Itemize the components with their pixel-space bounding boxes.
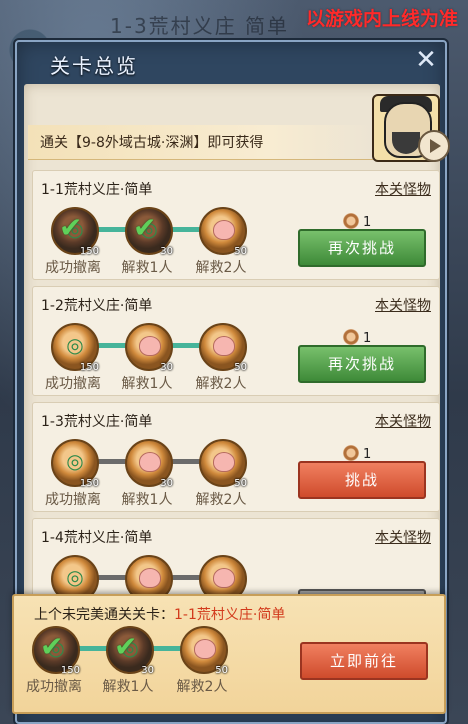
medal-label: 解救2人 — [176, 679, 228, 695]
medal-count: 50 — [234, 246, 247, 257]
crossed-swords-close-icon[interactable]: ✕ — [412, 46, 440, 74]
panel-title: 关卡总览 — [50, 54, 138, 78]
medal-label: 成功撤离 — [45, 260, 101, 276]
stage-title: 1-3荒村义庄·简单 — [41, 414, 153, 430]
medal-count: 150 — [60, 665, 80, 676]
reward-count: 1 — [343, 445, 371, 462]
stage-card: 1-2荒村义庄·简单 本关怪物 ◎ 150 成功撤离 30 解救1人 50 解救2人 1 再次挑战 — [32, 286, 440, 396]
peach-icon — [213, 336, 235, 356]
medal-count: 50 — [215, 665, 228, 676]
jade-icon: ◎ — [66, 565, 84, 589]
coin-icon — [343, 329, 359, 345]
reward-count-value: 1 — [363, 215, 372, 230]
peach-medal-icon[interactable]: 50 — [199, 323, 247, 373]
escape-medal-icon[interactable]: ◎ 150 — [51, 323, 99, 373]
reward-banner: 通关【9-8外域古城·深渊】即可获得 — [28, 125, 373, 160]
escape-medal-icon[interactable]: ◎ ✔ 150 — [32, 626, 80, 676]
coin-icon — [343, 445, 359, 461]
background-stage-text: 1-3荒村义庄 简单 — [110, 14, 290, 38]
stage-card: 1-3荒村义庄·简单 本关怪物 ◎ 150 成功撤离 30 解救1人 50 解救2人 1 挑战 — [32, 402, 440, 512]
peach-medal-icon[interactable]: 50 — [180, 626, 228, 676]
check-icon: ✔ — [114, 630, 138, 663]
medal-label: 解救1人 — [121, 376, 173, 392]
rescue-medal-icon[interactable]: ◎ ✔ 30 — [106, 626, 154, 676]
jade-icon: ◎ — [66, 449, 84, 473]
stage-title: 1-1荒村义庄·简单 — [41, 182, 153, 198]
check-icon: ✔ — [40, 630, 64, 663]
medal-label: 解救1人 — [121, 492, 173, 508]
last-incomplete-stage-bar: 上个未完美通关关卡：1-1荒村义庄·简单 ◎ ✔ 150 成功撤离 ◎ ✔ 30 解救1人 50… — [12, 594, 446, 714]
reward-count-value: 1 — [363, 331, 372, 346]
medal-count: 30 — [160, 246, 173, 257]
peach-medal-icon[interactable]: 50 — [199, 439, 247, 489]
last-incomplete-stage[interactable]: 1-1荒村义庄·简单 — [174, 607, 285, 623]
peach-medal-icon[interactable]: 30 — [125, 439, 173, 489]
peach-icon — [194, 639, 216, 659]
medal-count: 30 — [141, 665, 154, 676]
peach-icon — [213, 452, 235, 472]
stage-monsters-link[interactable]: 本关怪物 — [375, 411, 431, 431]
reward-banner-text: 通关【9-8外域古城·深渊】即可获得 — [40, 135, 264, 151]
medal-label: 成功撤离 — [45, 492, 101, 508]
stage-monsters-link[interactable]: 本关怪物 — [375, 295, 431, 315]
medal-label: 解救2人 — [195, 492, 247, 508]
reward-count: 1 — [343, 213, 371, 230]
escape-medal-icon[interactable]: ◎ ✔ 150 — [51, 207, 99, 257]
medal-count: 50 — [234, 362, 247, 373]
peach-icon — [139, 568, 161, 588]
jade-icon: ◎ — [66, 333, 84, 357]
rescue-medal-icon[interactable]: ◎ ✔ 30 — [125, 207, 173, 257]
watermark-text: 以游戏内上线为准 — [305, 8, 458, 30]
stage-monsters-link[interactable]: 本关怪物 — [375, 179, 431, 199]
medal-label: 解救2人 — [195, 260, 247, 276]
check-icon: ✔ — [133, 211, 157, 244]
escape-medal-icon[interactable]: ◎ 150 — [51, 439, 99, 489]
peach-icon — [139, 336, 161, 356]
check-icon: ✔ — [59, 211, 83, 244]
medal-label: 解救2人 — [195, 376, 247, 392]
stage-card: 1-1荒村义庄·简单 本关怪物 ◎ ✔ 150 成功撤离 ◎ ✔ 30 解救1人 50 解救2人 1 再次… — [32, 170, 440, 280]
peach-icon — [213, 220, 235, 240]
stage-action-button[interactable]: 挑战 — [298, 461, 426, 499]
last-incomplete-line: 上个未完美通关关卡：1-1荒村义庄·简单 — [34, 604, 285, 624]
medal-count: 50 — [234, 478, 247, 489]
play-icon[interactable] — [418, 130, 450, 162]
medal-count: 150 — [79, 246, 99, 257]
medal-count: 150 — [79, 478, 99, 489]
medal-count: 30 — [160, 362, 173, 373]
medal-count: 150 — [79, 362, 99, 373]
peach-medal-icon[interactable]: 50 — [199, 207, 247, 257]
stage-action-button[interactable]: 再次挑战 — [298, 229, 426, 267]
peach-icon — [213, 568, 235, 588]
peach-icon — [139, 452, 161, 472]
coin-icon — [343, 213, 359, 229]
medal-label: 成功撤离 — [26, 679, 82, 695]
go-now-button[interactable]: 立即前往 — [300, 642, 428, 680]
medal-label: 解救1人 — [102, 679, 154, 695]
stage-action-button[interactable]: 再次挑战 — [298, 345, 426, 383]
medal-label: 成功撤离 — [45, 376, 101, 392]
medal-label: 解救1人 — [121, 260, 173, 276]
last-incomplete-prefix: 上个未完美通关关卡： — [34, 607, 174, 623]
stage-title: 1-2荒村义庄·简单 — [41, 298, 153, 314]
medal-count: 30 — [160, 478, 173, 489]
peach-medal-icon[interactable]: 30 — [125, 323, 173, 373]
stage-monsters-link[interactable]: 本关怪物 — [375, 527, 431, 547]
reward-count-value: 1 — [363, 447, 372, 462]
stage-title: 1-4荒村义庄·简单 — [41, 530, 153, 546]
reward-count: 1 — [343, 329, 371, 346]
